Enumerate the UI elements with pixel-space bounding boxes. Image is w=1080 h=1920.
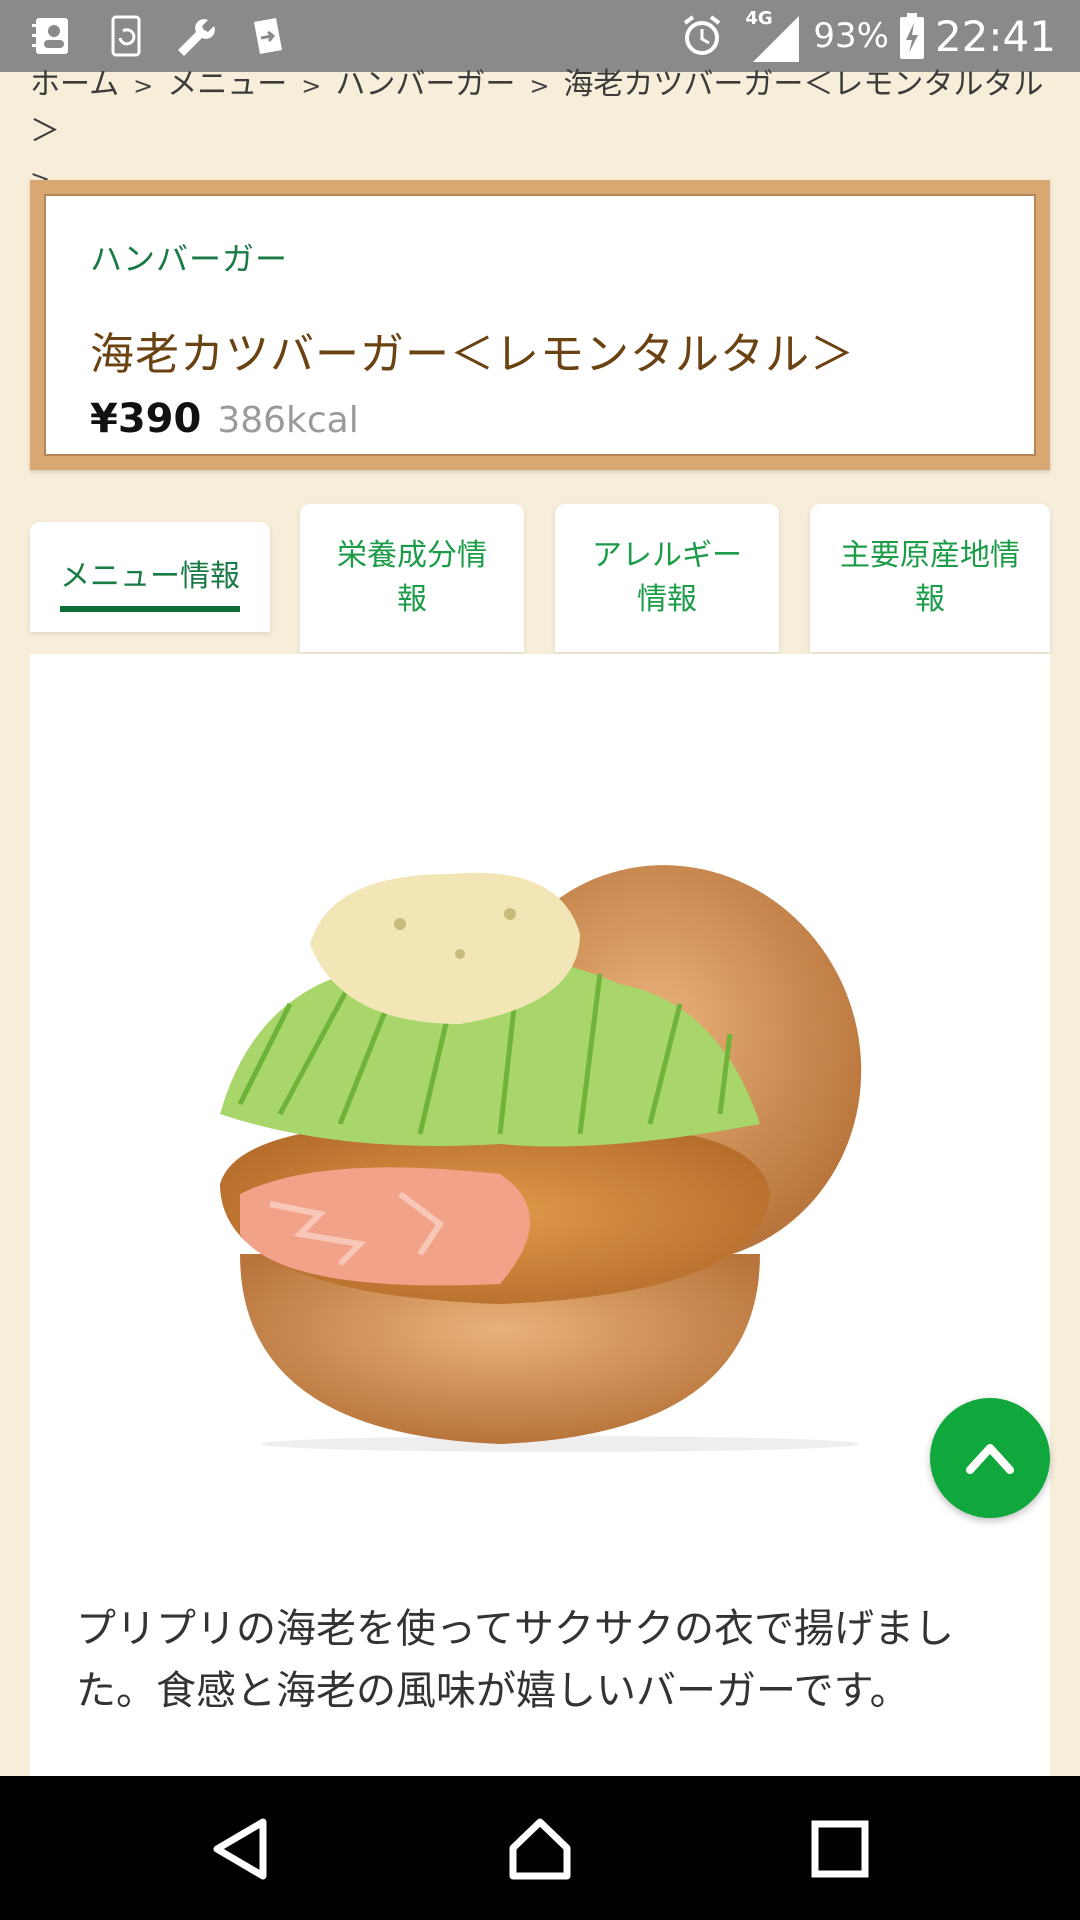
breadcrumb-separator: > <box>301 72 322 100</box>
tab-label: 主要原産地情報 <box>840 538 1020 617</box>
signal-icon: 4G <box>745 8 801 64</box>
product-title: 海老カツバーガー＜レモンタルタル＞ <box>90 329 855 380</box>
breadcrumb-separator: > <box>133 72 154 100</box>
product-description: プリプリの海老を使ってサクサクの衣で揚げました。食感と海老の風味が嬉しいバーガー… <box>76 1606 954 1714</box>
sync-icon <box>111 15 141 57</box>
menu-info-panel: プリプリの海老を使ってサクサクの衣で揚げました。食感と海老の風味が嬉しいバーガー… <box>30 654 1050 1776</box>
contacts-icon <box>32 18 68 54</box>
product-calories: 386kcal <box>217 400 359 441</box>
wrench-icon <box>178 19 215 56</box>
recents-icon[interactable] <box>805 1814 875 1884</box>
price-row: ¥390 386kcal <box>90 396 855 442</box>
tab-origin-info[interactable]: 主要原産地情報 <box>810 504 1050 652</box>
breadcrumb-menu[interactable]: メニュー <box>167 67 287 102</box>
tab-label: アレルギー情報 <box>592 538 742 617</box>
file-transfer-icon <box>254 18 282 54</box>
battery-percent: 93% <box>813 16 889 56</box>
alarm-icon <box>684 15 721 55</box>
product-card: ハンバーガー 海老カツバーガー＜レモンタルタル＞ ¥390 386kcal <box>30 180 1050 470</box>
breadcrumb-hamburger[interactable]: ハンバーガー <box>335 67 515 102</box>
tab-nutrition-info[interactable]: 栄養成分情報 <box>300 504 524 652</box>
breadcrumb-separator: > <box>529 72 550 100</box>
home-icon[interactable] <box>505 1814 575 1884</box>
battery-charging-icon <box>899 13 924 59</box>
product-category: ハンバーガー <box>90 240 289 278</box>
clock: 22:41 <box>934 11 1056 61</box>
tab-label: 栄養成分情報 <box>337 538 487 617</box>
product-price: ¥390 <box>90 396 202 442</box>
breadcrumb-home[interactable]: ホーム <box>30 67 119 102</box>
chevron-up-icon <box>966 1444 1014 1474</box>
back-icon[interactable] <box>205 1814 275 1884</box>
navigation-bar <box>0 1776 1080 1920</box>
scroll-to-top-button[interactable] <box>930 1398 1050 1518</box>
active-tab-indicator <box>60 606 240 612</box>
tab-menu-info[interactable]: メニュー情報 <box>30 522 270 632</box>
burger-image <box>220 865 862 1452</box>
tab-label: メニュー情報 <box>60 559 240 594</box>
tab-allergy-info[interactable]: アレルギー情報 <box>555 504 779 652</box>
